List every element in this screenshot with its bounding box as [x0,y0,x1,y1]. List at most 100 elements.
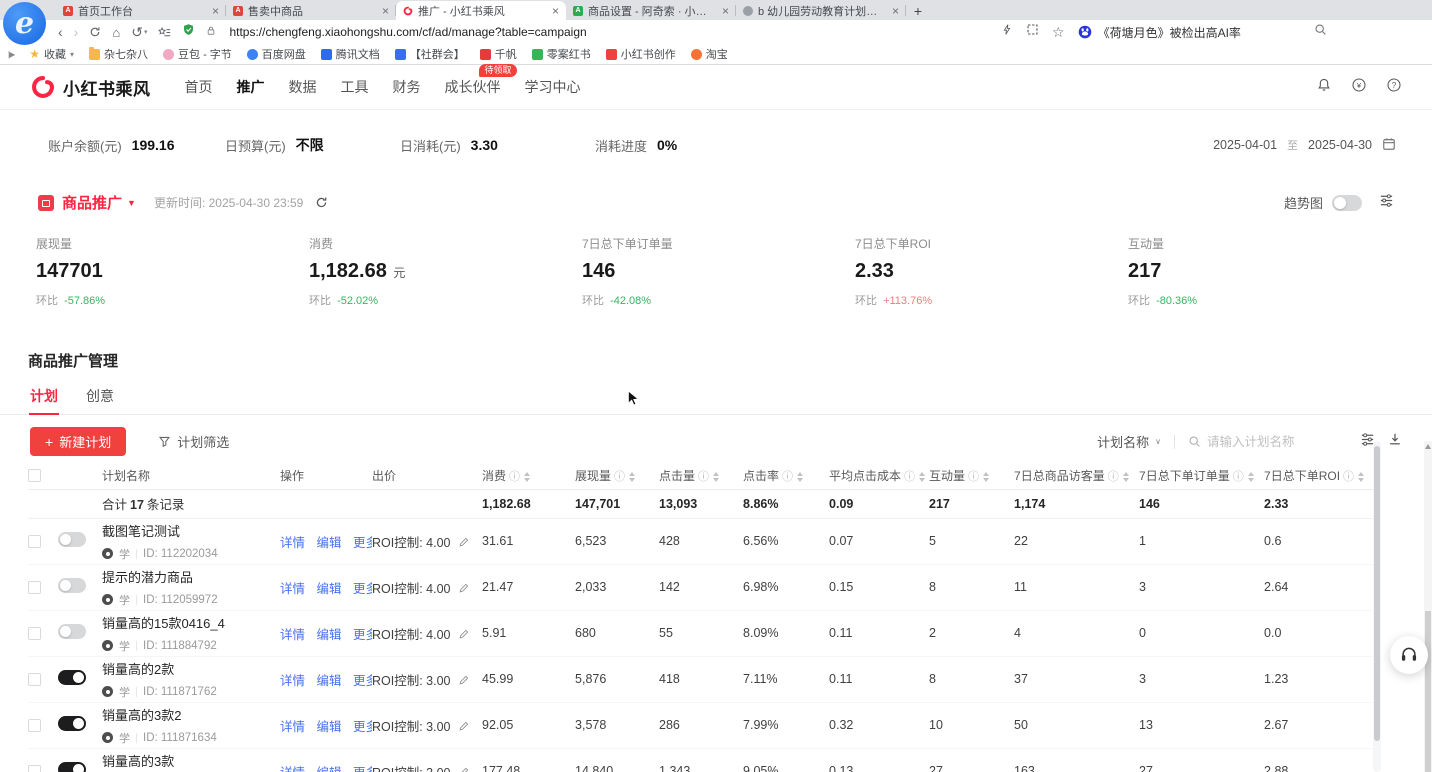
forward-icon[interactable]: › [74,25,79,39]
detail-link[interactable]: 详情 [280,674,305,688]
select-all-checkbox[interactable] [28,469,41,482]
sort-icon[interactable] [713,472,719,482]
nav-item[interactable]: 财务 [393,73,421,101]
security-shield-icon[interactable] [182,23,195,41]
tab-close-icon[interactable]: × [382,5,389,17]
collapse-sidebar-icon[interactable]: |▶ [8,50,14,59]
info-icon[interactable]: ⓘ [509,471,520,483]
campaign-enabled-toggle[interactable] [58,716,86,731]
plan-search-input[interactable] [1207,435,1347,449]
tab-close-icon[interactable]: × [722,5,729,17]
bookmark-item[interactable]: 零案红书 [532,46,591,62]
row-checkbox[interactable] [28,765,41,772]
row-checkbox[interactable] [28,627,41,640]
more-link[interactable]: 更多 [353,766,372,772]
trend-chart-toggle[interactable] [1332,195,1362,211]
lightning-icon[interactable] [1002,23,1013,41]
calendar-icon[interactable] [1382,137,1396,154]
detail-link[interactable]: 详情 [280,766,305,772]
bookmark-item[interactable]: 淘宝 [691,46,728,62]
info-icon[interactable]: ⓘ [1108,471,1119,483]
undo-icon[interactable]: ↺▾ [131,25,147,39]
campaign-name[interactable]: 截图笔记测试 [102,521,280,540]
edit-bid-icon[interactable] [458,537,469,548]
row-checkbox[interactable] [28,581,41,594]
nav-item[interactable]: 学习中心 [525,73,581,101]
bookmark-item[interactable]: 腾讯文档 [321,46,380,62]
edit-link[interactable]: 编辑 [317,674,342,688]
sort-icon[interactable] [797,472,803,482]
bell-icon[interactable] [1316,77,1332,98]
url-text[interactable]: https://chengfeng.xiaohongshu.com/cf/ad/… [229,25,586,39]
campaign-enabled-toggle[interactable] [58,762,86,772]
browser-tab-chengfeng-active[interactable]: 推广 - 小红书乘风 × [396,1,566,20]
campaign-enabled-toggle[interactable] [58,532,86,547]
row-checkbox[interactable] [28,719,41,732]
download-icon[interactable] [1388,432,1402,451]
new-tab-button[interactable]: + [906,1,930,20]
more-link[interactable]: 更多 [353,674,372,688]
table-scrollbar-thumb[interactable] [1374,446,1380,741]
bookmark-item[interactable]: 千帆 [480,46,517,62]
info-icon[interactable]: ⓘ [904,471,915,483]
edit-bid-icon[interactable] [458,721,469,732]
page-scrollbar-thumb[interactable] [1425,611,1431,772]
campaign-name[interactable]: 销量高的2款 [102,659,280,678]
sort-icon[interactable] [629,472,635,482]
info-icon[interactable]: ⓘ [698,471,709,483]
edit-bid-icon[interactable] [458,629,469,640]
date-end[interactable]: 2025-04-30 [1308,138,1372,152]
back-icon[interactable]: ‹ [58,25,63,39]
info-icon[interactable]: ⓘ [614,471,625,483]
baidu-hot-search[interactable]: 《荷塘月色》被检出高AI率 [1078,24,1241,41]
customer-service-button[interactable] [1390,636,1428,674]
plan-filter-button[interactable]: 计划筛选 [158,432,229,451]
row-checkbox[interactable] [28,673,41,686]
table-scrollbar[interactable] [1373,441,1381,772]
bookmark-item[interactable]: 【社群会】 [395,46,465,62]
campaign-name[interactable]: 销量高的3款2 [102,705,280,724]
chevron-down-icon[interactable]: ▼ [127,198,136,208]
info-icon[interactable]: ⓘ [1343,471,1354,483]
home-icon[interactable]: ⌂ [112,26,120,39]
browser-logo[interactable]: e [3,2,46,45]
nav-item[interactable]: 工具 [341,73,369,101]
search-icon[interactable] [1314,23,1327,41]
info-icon[interactable]: ⓘ [1233,471,1244,483]
page-scrollbar[interactable] [1424,441,1432,772]
manage-tab[interactable]: 创意 [86,386,114,414]
browser-tab-workbench[interactable]: A 首页工作台 × [56,1,226,20]
sort-icon[interactable] [919,472,925,482]
dashboard-title[interactable]: 商品推广 [62,192,122,213]
info-icon[interactable]: ⓘ [782,471,793,483]
date-start[interactable]: 2025-04-01 [1213,138,1277,152]
scroll-up-icon[interactable] [1425,444,1431,449]
balance-icon[interactable]: ¥ [1351,77,1367,98]
sort-icon[interactable] [1123,472,1129,482]
more-link[interactable]: 更多 [353,536,372,550]
browser-tab-products[interactable]: A 售卖中商品 × [226,1,396,20]
edit-link[interactable]: 编辑 [317,582,342,596]
nav-item[interactable]: 成长伙伴 待领取 [445,73,501,101]
help-icon[interactable]: ? [1386,77,1402,98]
more-link[interactable]: 更多 [353,628,372,642]
row-checkbox[interactable] [28,535,41,548]
sort-icon[interactable] [1358,472,1364,482]
edit-bid-icon[interactable] [458,583,469,594]
campaign-enabled-toggle[interactable] [58,624,86,639]
more-link[interactable]: 更多 [353,720,372,734]
bookmark-item[interactable]: 杂七杂八 [89,46,148,62]
campaign-name[interactable]: 销量高的3款 [102,751,280,770]
app-logo[interactable]: 小红书乘风 [30,74,151,100]
more-link[interactable]: 更多 [353,582,372,596]
browser-tab-aqisuo[interactable]: A 商品设置 - 阿奇索 · 小红书自动 × [566,1,736,20]
tab-close-icon[interactable]: × [212,5,219,17]
info-icon[interactable]: ⓘ [968,471,979,483]
new-plan-button[interactable]: + 新建计划 [30,427,126,456]
sort-icon[interactable] [1248,472,1254,482]
edit-link[interactable]: 编辑 [317,628,342,642]
edit-bid-icon[interactable] [458,767,469,772]
screenshot-icon[interactable] [1026,23,1039,41]
manage-tab[interactable]: 计划 [30,386,58,414]
refresh-icon[interactable] [89,26,101,38]
